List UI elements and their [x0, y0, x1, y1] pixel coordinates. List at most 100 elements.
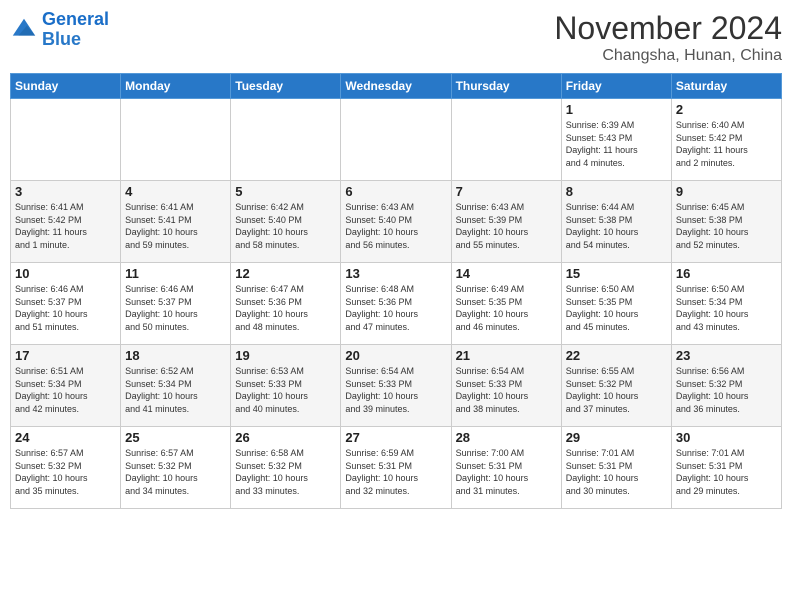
cell-info: Sunrise: 6:53 AM Sunset: 5:33 PM Dayligh…	[235, 365, 336, 415]
cell-info: Sunrise: 6:54 AM Sunset: 5:33 PM Dayligh…	[456, 365, 557, 415]
day-number: 20	[345, 348, 446, 363]
calendar-cell: 29Sunrise: 7:01 AM Sunset: 5:31 PM Dayli…	[561, 427, 671, 509]
cell-info: Sunrise: 6:57 AM Sunset: 5:32 PM Dayligh…	[125, 447, 226, 497]
cell-info: Sunrise: 6:42 AM Sunset: 5:40 PM Dayligh…	[235, 201, 336, 251]
weekday-header-saturday: Saturday	[671, 74, 781, 99]
day-number: 10	[15, 266, 116, 281]
cell-info: Sunrise: 6:44 AM Sunset: 5:38 PM Dayligh…	[566, 201, 667, 251]
calendar-cell: 28 Sunrise: 7:00 AM Sunset: 5:31 PM Dayli…	[451, 427, 561, 509]
page: General Blue November 2024 Changsha, Hun…	[0, 0, 792, 612]
week-row-3: 17 Sunrise: 6:51 AM Sunset: 5:34 PM Dayli…	[11, 345, 782, 427]
calendar-cell: 18Sunrise: 6:52 AM Sunset: 5:34 PM Dayli…	[121, 345, 231, 427]
calendar-cell: 8 Sunrise: 6:44 AM Sunset: 5:38 PM Daylig…	[561, 181, 671, 263]
day-number: 15	[566, 266, 667, 281]
cell-info: Sunrise: 6:48 AM Sunset: 5:36 PM Dayligh…	[345, 283, 446, 333]
calendar-cell: 10 Sunrise: 6:46 AM Sunset: 5:37 PM Dayli…	[11, 263, 121, 345]
calendar-cell: 3 Sunrise: 6:41 AM Sunset: 5:42 PM Daylig…	[11, 181, 121, 263]
day-number: 17	[15, 348, 116, 363]
cell-info: Sunrise: 6:46 AM Sunset: 5:37 PM Dayligh…	[125, 283, 226, 333]
logo: General Blue	[10, 10, 109, 50]
cell-info: Sunrise: 6:59 AM Sunset: 5:31 PM Dayligh…	[345, 447, 446, 497]
calendar-cell: 26 Sunrise: 6:58 AM Sunset: 5:32 PM Dayli…	[231, 427, 341, 509]
day-number: 6	[345, 184, 446, 199]
day-number: 28	[456, 430, 557, 445]
cell-info: Sunrise: 6:49 AM Sunset: 5:35 PM Dayligh…	[456, 283, 557, 333]
calendar-cell: 15 Sunrise: 6:50 AM Sunset: 5:35 PM Dayli…	[561, 263, 671, 345]
day-number: 13	[345, 266, 446, 281]
cell-info: Sunrise: 6:46 AM Sunset: 5:37 PM Dayligh…	[15, 283, 116, 333]
week-row-0: 1 Sunrise: 6:39 AM Sunset: 5:43 PM Daylig…	[11, 99, 782, 181]
day-number: 9	[676, 184, 777, 199]
day-number: 1	[566, 102, 667, 117]
day-number: 21	[456, 348, 557, 363]
cell-info: Sunrise: 6:40 AM Sunset: 5:42 PM Dayligh…	[676, 119, 777, 169]
cell-info: Sunrise: 6:47 AM Sunset: 5:36 PM Dayligh…	[235, 283, 336, 333]
calendar-cell: 17 Sunrise: 6:51 AM Sunset: 5:34 PM Dayli…	[11, 345, 121, 427]
calendar-cell: 30Sunrise: 7:01 AM Sunset: 5:31 PM Dayli…	[671, 427, 781, 509]
day-number: 26	[235, 430, 336, 445]
calendar-table: SundayMondayTuesdayWednesdayThursdayFrid…	[10, 73, 782, 509]
weekday-header-thursday: Thursday	[451, 74, 561, 99]
calendar-cell	[121, 99, 231, 181]
calendar-cell	[451, 99, 561, 181]
month-title: November 2024	[554, 10, 782, 47]
day-number: 29	[566, 430, 667, 445]
weekday-header-wednesday: Wednesday	[341, 74, 451, 99]
day-number: 16	[676, 266, 777, 281]
week-row-4: 24 Sunrise: 6:57 AM Sunset: 5:32 PM Dayli…	[11, 427, 782, 509]
cell-info: Sunrise: 6:50 AM Sunset: 5:34 PM Dayligh…	[676, 283, 777, 333]
calendar-cell: 5 Sunrise: 6:42 AM Sunset: 5:40 PM Daylig…	[231, 181, 341, 263]
calendar-cell: 11 Sunrise: 6:46 AM Sunset: 5:37 PM Dayli…	[121, 263, 231, 345]
calendar-cell: 27 Sunrise: 6:59 AM Sunset: 5:31 PM Dayli…	[341, 427, 451, 509]
title-block: November 2024 Changsha, Hunan, China	[554, 10, 782, 65]
week-row-2: 10 Sunrise: 6:46 AM Sunset: 5:37 PM Dayli…	[11, 263, 782, 345]
cell-info: Sunrise: 6:55 AM Sunset: 5:32 PM Dayligh…	[566, 365, 667, 415]
cell-info: Sunrise: 6:43 AM Sunset: 5:40 PM Dayligh…	[345, 201, 446, 251]
cell-info: Sunrise: 6:41 AM Sunset: 5:41 PM Dayligh…	[125, 201, 226, 251]
calendar-cell: 9 Sunrise: 6:45 AM Sunset: 5:38 PM Daylig…	[671, 181, 781, 263]
cell-info: Sunrise: 6:39 AM Sunset: 5:43 PM Dayligh…	[566, 119, 667, 169]
calendar-cell	[341, 99, 451, 181]
header: General Blue November 2024 Changsha, Hun…	[10, 10, 782, 65]
day-number: 2	[676, 102, 777, 117]
calendar-cell: 12 Sunrise: 6:47 AM Sunset: 5:36 PM Dayli…	[231, 263, 341, 345]
day-number: 23	[676, 348, 777, 363]
cell-info: Sunrise: 6:57 AM Sunset: 5:32 PM Dayligh…	[15, 447, 116, 497]
weekday-header-row: SundayMondayTuesdayWednesdayThursdayFrid…	[11, 74, 782, 99]
cell-info: Sunrise: 6:51 AM Sunset: 5:34 PM Dayligh…	[15, 365, 116, 415]
day-number: 24	[15, 430, 116, 445]
cell-info: Sunrise: 6:43 AM Sunset: 5:39 PM Dayligh…	[456, 201, 557, 251]
calendar-cell: 6 Sunrise: 6:43 AM Sunset: 5:40 PM Daylig…	[341, 181, 451, 263]
weekday-header-monday: Monday	[121, 74, 231, 99]
day-number: 14	[456, 266, 557, 281]
day-number: 22	[566, 348, 667, 363]
calendar-cell	[231, 99, 341, 181]
calendar-cell: 25Sunrise: 6:57 AM Sunset: 5:32 PM Dayli…	[121, 427, 231, 509]
day-number: 8	[566, 184, 667, 199]
weekday-header-friday: Friday	[561, 74, 671, 99]
cell-info: Sunrise: 6:41 AM Sunset: 5:42 PM Dayligh…	[15, 201, 116, 251]
logo-icon	[10, 16, 38, 44]
calendar-cell: 4Sunrise: 6:41 AM Sunset: 5:41 PM Daylig…	[121, 181, 231, 263]
day-number: 3	[15, 184, 116, 199]
day-number: 7	[456, 184, 557, 199]
cell-info: Sunrise: 6:45 AM Sunset: 5:38 PM Dayligh…	[676, 201, 777, 251]
calendar-cell: 2 Sunrise: 6:40 AM Sunset: 5:42 PM Daylig…	[671, 99, 781, 181]
logo-text: General Blue	[42, 10, 109, 50]
day-number: 12	[235, 266, 336, 281]
calendar-cell: 7 Sunrise: 6:43 AM Sunset: 5:39 PM Daylig…	[451, 181, 561, 263]
cell-info: Sunrise: 6:58 AM Sunset: 5:32 PM Dayligh…	[235, 447, 336, 497]
day-number: 11	[125, 266, 226, 281]
calendar-cell: 23Sunrise: 6:56 AM Sunset: 5:32 PM Dayli…	[671, 345, 781, 427]
calendar-cell: 24 Sunrise: 6:57 AM Sunset: 5:32 PM Dayli…	[11, 427, 121, 509]
calendar-cell: 13 Sunrise: 6:48 AM Sunset: 5:36 PM Dayli…	[341, 263, 451, 345]
day-number: 19	[235, 348, 336, 363]
calendar-cell: 20Sunrise: 6:54 AM Sunset: 5:33 PM Dayli…	[341, 345, 451, 427]
day-number: 27	[345, 430, 446, 445]
cell-info: Sunrise: 7:00 AM Sunset: 5:31 PM Dayligh…	[456, 447, 557, 497]
day-number: 5	[235, 184, 336, 199]
calendar-cell: 16 Sunrise: 6:50 AM Sunset: 5:34 PM Dayli…	[671, 263, 781, 345]
cell-info: Sunrise: 6:50 AM Sunset: 5:35 PM Dayligh…	[566, 283, 667, 333]
calendar-cell: 21 Sunrise: 6:54 AM Sunset: 5:33 PM Dayli…	[451, 345, 561, 427]
day-number: 30	[676, 430, 777, 445]
